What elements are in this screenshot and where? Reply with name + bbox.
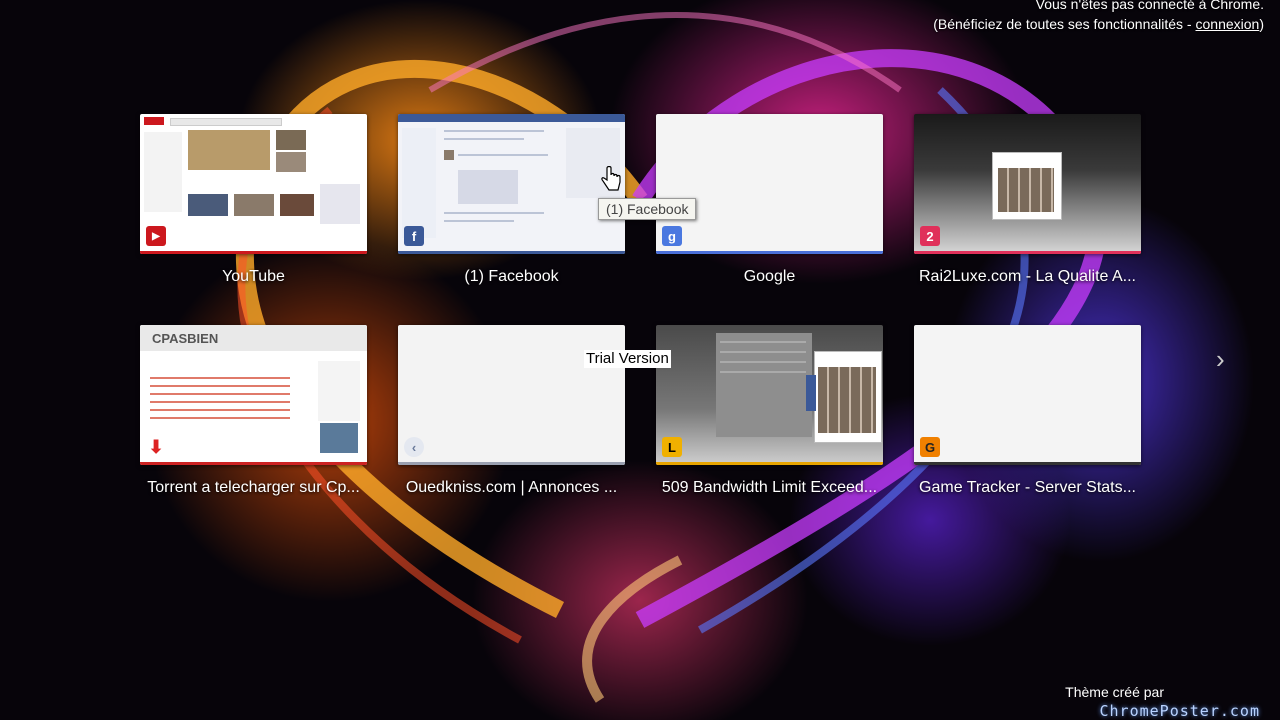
tile-title[interactable]: Game Tracker - Server Stats... [914, 479, 1141, 497]
signin-link[interactable]: connexion [1196, 16, 1260, 32]
cpasbien-icon: ⬇ [148, 436, 164, 457]
theme-credit-label: Thème créé par [1065, 684, 1164, 700]
most-visited-tile-youtube[interactable]: ▶ YouTube [140, 114, 367, 286]
tile-title[interactable]: Torrent a telecharger sur Cp... [140, 479, 367, 497]
tile-thumbnail[interactable]: f [398, 114, 625, 254]
tile-thumbnail[interactable]: g [656, 114, 883, 254]
facebook-icon: f [404, 226, 424, 246]
theme-credit: Thème créé par ChromePoster.com [1065, 684, 1261, 720]
tile-title[interactable]: (1) Facebook [398, 268, 625, 286]
cpasbien-logo: CPASBIEN [152, 331, 219, 346]
signin-status-text: Vous n'êtes pas connecté à Chrome. [1035, 0, 1264, 12]
most-visited-tile-cpasbien[interactable]: CPASBIEN ⬇ Torrent a telecharger sur Cp.… [140, 325, 367, 497]
most-visited-tile-rai2luxe[interactable]: 2 Rai2Luxe.com - La Qualite A... [914, 114, 1141, 286]
most-visited-tile-gametracker[interactable]: G Game Tracker - Server Stats... [914, 325, 1141, 497]
tile-title[interactable]: Rai2Luxe.com - La Qualite A... [914, 268, 1141, 286]
tile-title[interactable]: Ouedkniss.com | Annonces ... [398, 479, 625, 497]
theme-credit-link[interactable]: ChromePoster.com [1100, 702, 1261, 720]
gametracker-icon: G [920, 437, 940, 457]
most-visited-tile-bandwidth[interactable]: L 509 Bandwidth Limit Exceed... [656, 325, 883, 497]
signin-promo: Vous n'êtes pas connecté à Chrome. (Béné… [933, 0, 1264, 34]
bandwidth-icon: L [662, 437, 682, 457]
tile-title[interactable]: Google [656, 268, 883, 286]
tile-thumbnail[interactable]: CPASBIEN ⬇ [140, 325, 367, 465]
signin-benefits-close: ) [1259, 16, 1264, 32]
hand-cursor-icon [601, 166, 621, 191]
watermark-trial-version: Trial Version [584, 350, 671, 368]
tile-thumbnail[interactable]: L [656, 325, 883, 465]
google-icon: g [662, 226, 682, 246]
tile-title[interactable]: 509 Bandwidth Limit Exceed... [656, 479, 883, 497]
tile-title[interactable]: YouTube [140, 268, 367, 286]
tile-thumbnail[interactable]: ‹ [398, 325, 625, 465]
tile-thumbnail[interactable]: ▶ [140, 114, 367, 254]
signin-benefits-text: (Bénéficiez de toutes ses fonctionnalité… [933, 16, 1196, 32]
next-page-chevron-icon[interactable]: › [1216, 344, 1225, 375]
rai2luxe-icon: 2 [920, 226, 940, 246]
most-visited-tile-facebook[interactable]: f (1) Facebook [398, 114, 625, 286]
youtube-icon: ▶ [146, 226, 166, 246]
tooltip: (1) Facebook [598, 198, 697, 220]
ouedkniss-icon: ‹ [404, 437, 424, 457]
tile-thumbnail[interactable]: 2 [914, 114, 1141, 254]
tile-thumbnail[interactable]: G [914, 325, 1141, 465]
